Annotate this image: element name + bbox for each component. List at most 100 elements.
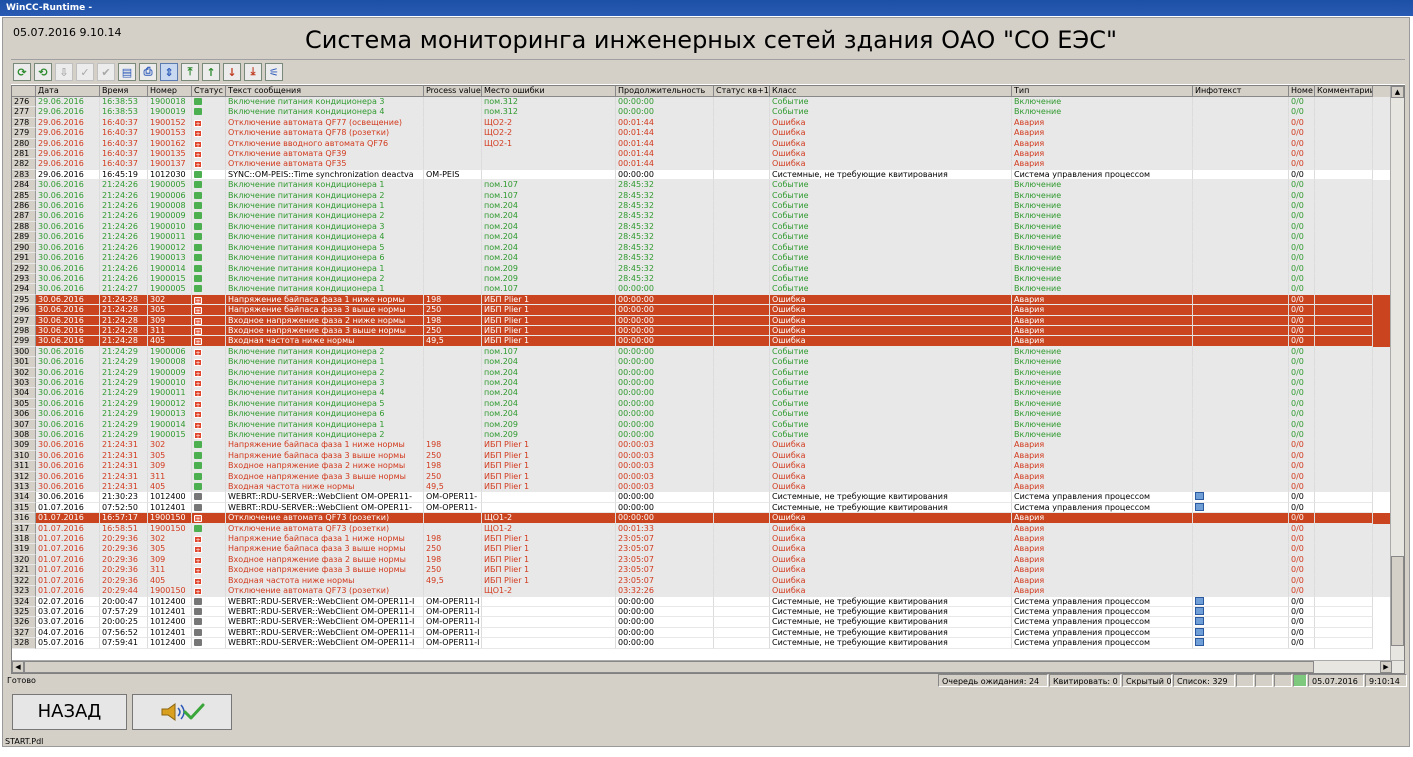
table-row[interactable]: 291 30.06.2016 21:24:26 1900013 Включение пи… bbox=[12, 253, 1390, 264]
table-row[interactable]: 299 30.06.2016 21:24:28 405 + Входная частота… bbox=[12, 336, 1390, 347]
table-row[interactable]: 281 29.06.2016 16:40:37 1900135 + Отключение … bbox=[12, 149, 1390, 160]
column-header[interactable]: Номер bbox=[148, 86, 192, 97]
table-row[interactable]: 293 30.06.2016 21:24:26 1900015 Включение пи… bbox=[12, 273, 1390, 285]
scroll-thumb[interactable] bbox=[1391, 556, 1404, 646]
column-header[interactable]: Process value bbox=[424, 86, 482, 97]
table-row[interactable]: 310 30.06.2016 21:24:31 305 Напряжение байпа… bbox=[12, 450, 1390, 462]
infotext-icon[interactable] bbox=[1195, 627, 1204, 636]
table-row[interactable]: 309 30.06.2016 21:24:31 302 Напряжение байпа… bbox=[12, 440, 1390, 451]
refresh-all-icon[interactable]: ⟲ bbox=[34, 63, 52, 81]
vertical-scrollbar[interactable]: ▲ bbox=[1390, 86, 1404, 661]
alarm-table[interactable]: Дата Время Номер Статус Текст сообщения Proce… bbox=[11, 85, 1405, 674]
table-row[interactable]: 302 30.06.2016 21:24:29 1900009 + Включение п… bbox=[12, 367, 1390, 378]
table-row[interactable]: 326 03.07.2016 20:00:25 1012400 WEBRT::RDU-S… bbox=[12, 617, 1390, 628]
table-row[interactable]: 285 30.06.2016 21:24:26 1900006 Включение пи… bbox=[12, 190, 1390, 202]
table-row[interactable]: 284 30.06.2016 21:24:26 1900005 Включение пи… bbox=[12, 180, 1390, 191]
filter-icon[interactable]: ⚟ bbox=[265, 63, 283, 81]
infotext-icon[interactable] bbox=[1195, 606, 1204, 615]
column-header[interactable]: Место ошибки bbox=[482, 86, 616, 97]
table-row[interactable]: 289 30.06.2016 21:24:26 1900011 Включение пи… bbox=[12, 232, 1390, 243]
table-row[interactable]: 290 30.06.2016 21:24:26 1900012 Включение пи… bbox=[12, 242, 1390, 254]
acknowledge-all-icon[interactable]: ✔ bbox=[97, 63, 115, 81]
column-header[interactable]: Инфотекст bbox=[1193, 86, 1289, 97]
table-row[interactable]: 311 30.06.2016 21:24:31 309 Входное напряжен… bbox=[12, 461, 1390, 472]
column-header[interactable]: Продолжительность bbox=[616, 86, 714, 97]
scroll-right-icon[interactable]: ▶ bbox=[1380, 661, 1392, 673]
scroll-up-icon[interactable]: ▲ bbox=[1391, 86, 1404, 98]
table-row[interactable]: 317 01.07.2016 16:58:51 1900150 Отключение а… bbox=[12, 523, 1390, 535]
table-row[interactable]: 280 29.06.2016 16:40:37 1900162 + Отключение … bbox=[12, 138, 1390, 150]
column-header[interactable] bbox=[12, 86, 36, 97]
table-row[interactable]: 316 01.07.2016 16:57:17 1900150 + Отключение … bbox=[12, 513, 1390, 524]
table-row[interactable]: 314 30.06.2016 21:30:23 1012400 WEBRT::RDU-S… bbox=[12, 492, 1390, 503]
table-row[interactable]: 287 30.06.2016 21:24:26 1900009 Включение пи… bbox=[12, 211, 1390, 222]
table-row[interactable]: 294 30.06.2016 21:24:27 1900005 Включение пи… bbox=[12, 284, 1390, 295]
table-row[interactable]: 312 30.06.2016 21:24:31 311 Входное напряжен… bbox=[12, 471, 1390, 483]
table-row[interactable]: 308 30.06.2016 21:24:29 1900015 + Включение п… bbox=[12, 430, 1390, 441]
table-row[interactable]: 283 29.06.2016 16:45:19 1012030 SYNC::OM-PEI… bbox=[12, 169, 1390, 181]
table-row[interactable]: 305 30.06.2016 21:24:29 1900012 + Включение п… bbox=[12, 398, 1390, 410]
table-row[interactable]: 320 01.07.2016 20:29:36 309 + Входное напряже… bbox=[12, 554, 1390, 566]
table-row[interactable]: 303 30.06.2016 21:24:29 1900010 + Включение п… bbox=[12, 377, 1390, 389]
arrow-down-icon[interactable]: ⇩ bbox=[55, 63, 73, 81]
column-header[interactable]: Комментарии bbox=[1315, 86, 1373, 97]
infotext-icon[interactable] bbox=[1195, 502, 1204, 511]
horizontal-scrollbar[interactable]: ◀ ▶ bbox=[12, 660, 1404, 673]
refresh-icon[interactable]: ⟳ bbox=[13, 63, 31, 81]
table-row[interactable]: 323 01.07.2016 20:29:44 1900150 + Отключение … bbox=[12, 586, 1390, 597]
table-row[interactable]: 297 30.06.2016 21:24:28 309 + Входное напряже… bbox=[12, 315, 1390, 326]
first-message-icon[interactable]: ⤒ bbox=[181, 63, 199, 81]
table-row[interactable]: 304 30.06.2016 21:24:29 1900011 + Включение п… bbox=[12, 388, 1390, 399]
column-header[interactable]: Класс bbox=[770, 86, 1012, 97]
column-header[interactable]: Время bbox=[100, 86, 148, 97]
table-row[interactable]: 313 30.06.2016 21:24:31 405 Входная частота … bbox=[12, 482, 1390, 493]
table-row[interactable]: 325 03.07.2016 07:57:29 1012401 WEBRT::RDU-S… bbox=[12, 606, 1390, 618]
print-icon[interactable]: ⎙ bbox=[139, 63, 157, 81]
table-row[interactable]: 318 01.07.2016 20:29:36 302 + Напряжение байп… bbox=[12, 534, 1390, 545]
table-row[interactable]: 277 29.06.2016 16:38:53 1900019 Включение пи… bbox=[12, 107, 1390, 118]
column-header[interactable]: Тип bbox=[1012, 86, 1193, 97]
scroll-left-icon[interactable]: ◀ bbox=[12, 661, 24, 673]
table-row[interactable]: 322 01.07.2016 20:29:36 405 + Входная частота… bbox=[12, 575, 1390, 587]
table-row[interactable]: 301 30.06.2016 21:24:29 1900008 + Включение п… bbox=[12, 357, 1390, 368]
table-row[interactable]: 279 29.06.2016 16:40:37 1900153 + Отключение … bbox=[12, 128, 1390, 139]
column-header[interactable]: Текст сообщения bbox=[226, 86, 424, 97]
hscroll-thumb[interactable] bbox=[24, 661, 1314, 673]
table-row[interactable]: 300 30.06.2016 21:24:29 1900006 + Включение п… bbox=[12, 346, 1390, 358]
table-row[interactable]: 282 29.06.2016 16:40:37 1900137 + Отключение … bbox=[12, 159, 1390, 170]
column-header[interactable]: Статус bbox=[192, 86, 226, 97]
table-row[interactable]: 307 30.06.2016 21:24:29 1900014 + Включение п… bbox=[12, 419, 1390, 430]
cell-dur: 28:45:32 bbox=[616, 221, 714, 233]
table-row[interactable]: 278 29.06.2016 16:40:37 1900152 + Отключение … bbox=[12, 117, 1390, 129]
table-row[interactable]: 315 01.07.2016 07:52:50 1012401 WEBRT::RDU-S… bbox=[12, 502, 1390, 514]
last-message-icon[interactable]: ⤓ bbox=[244, 63, 262, 81]
table-row[interactable]: 295 30.06.2016 21:24:28 302 + Напряжение байп… bbox=[12, 294, 1390, 306]
table-row[interactable]: 306 30.06.2016 21:24:29 1900013 + Включение п… bbox=[12, 409, 1390, 420]
acknowledge-horn-button[interactable] bbox=[132, 694, 232, 730]
table-row[interactable]: 276 29.06.2016 16:38:53 1900018 Включение пи… bbox=[12, 97, 1390, 108]
cell-d: 01.07.2016 bbox=[36, 513, 100, 524]
column-header[interactable]: Дата bbox=[36, 86, 100, 97]
table-row[interactable]: 296 30.06.2016 21:24:28 305 + Напряжение байп… bbox=[12, 305, 1390, 316]
previous-message-icon[interactable]: ↑ bbox=[202, 63, 220, 81]
infotext-icon[interactable] bbox=[1195, 492, 1204, 501]
table-row[interactable]: 288 30.06.2016 21:24:26 1900010 Включение пи… bbox=[12, 221, 1390, 233]
table-row[interactable]: 328 05.07.2016 07:59:41 1012400 WEBRT::RDU-S… bbox=[12, 638, 1390, 649]
table-row[interactable]: 324 02.07.2016 20:00:47 1012400 WEBRT::RDU-S… bbox=[12, 596, 1390, 607]
column-header[interactable]: Статус кв+1 bbox=[714, 86, 770, 97]
infotext-icon[interactable] bbox=[1195, 638, 1204, 647]
table-row[interactable]: 292 30.06.2016 21:24:26 1900014 Включение пи… bbox=[12, 263, 1390, 274]
table-row[interactable]: 319 01.07.2016 20:29:36 305 + Напряжение байп… bbox=[12, 544, 1390, 555]
table-row[interactable]: 286 30.06.2016 21:24:26 1900008 Включение пи… bbox=[12, 201, 1390, 212]
table-row[interactable]: 298 30.06.2016 21:24:28 311 + Входное напряже… bbox=[12, 325, 1390, 337]
infotext-icon[interactable] bbox=[1195, 596, 1204, 605]
column-header[interactable]: Номе bbox=[1289, 86, 1315, 97]
infotext-icon[interactable] bbox=[1195, 617, 1204, 626]
next-message-icon[interactable]: ↓ bbox=[223, 63, 241, 81]
back-button[interactable]: НАЗАД bbox=[12, 694, 127, 730]
autoscroll-icon[interactable]: ⇕ bbox=[160, 63, 178, 81]
table-row[interactable]: 321 01.07.2016 20:29:36 311 + Входное напряже… bbox=[12, 565, 1390, 576]
export-icon[interactable]: ▤ bbox=[118, 63, 136, 81]
acknowledge-icon[interactable]: ✓ bbox=[76, 63, 94, 81]
table-row[interactable]: 327 04.07.2016 07:56:52 1012401 WEBRT::RDU-S… bbox=[12, 627, 1390, 639]
